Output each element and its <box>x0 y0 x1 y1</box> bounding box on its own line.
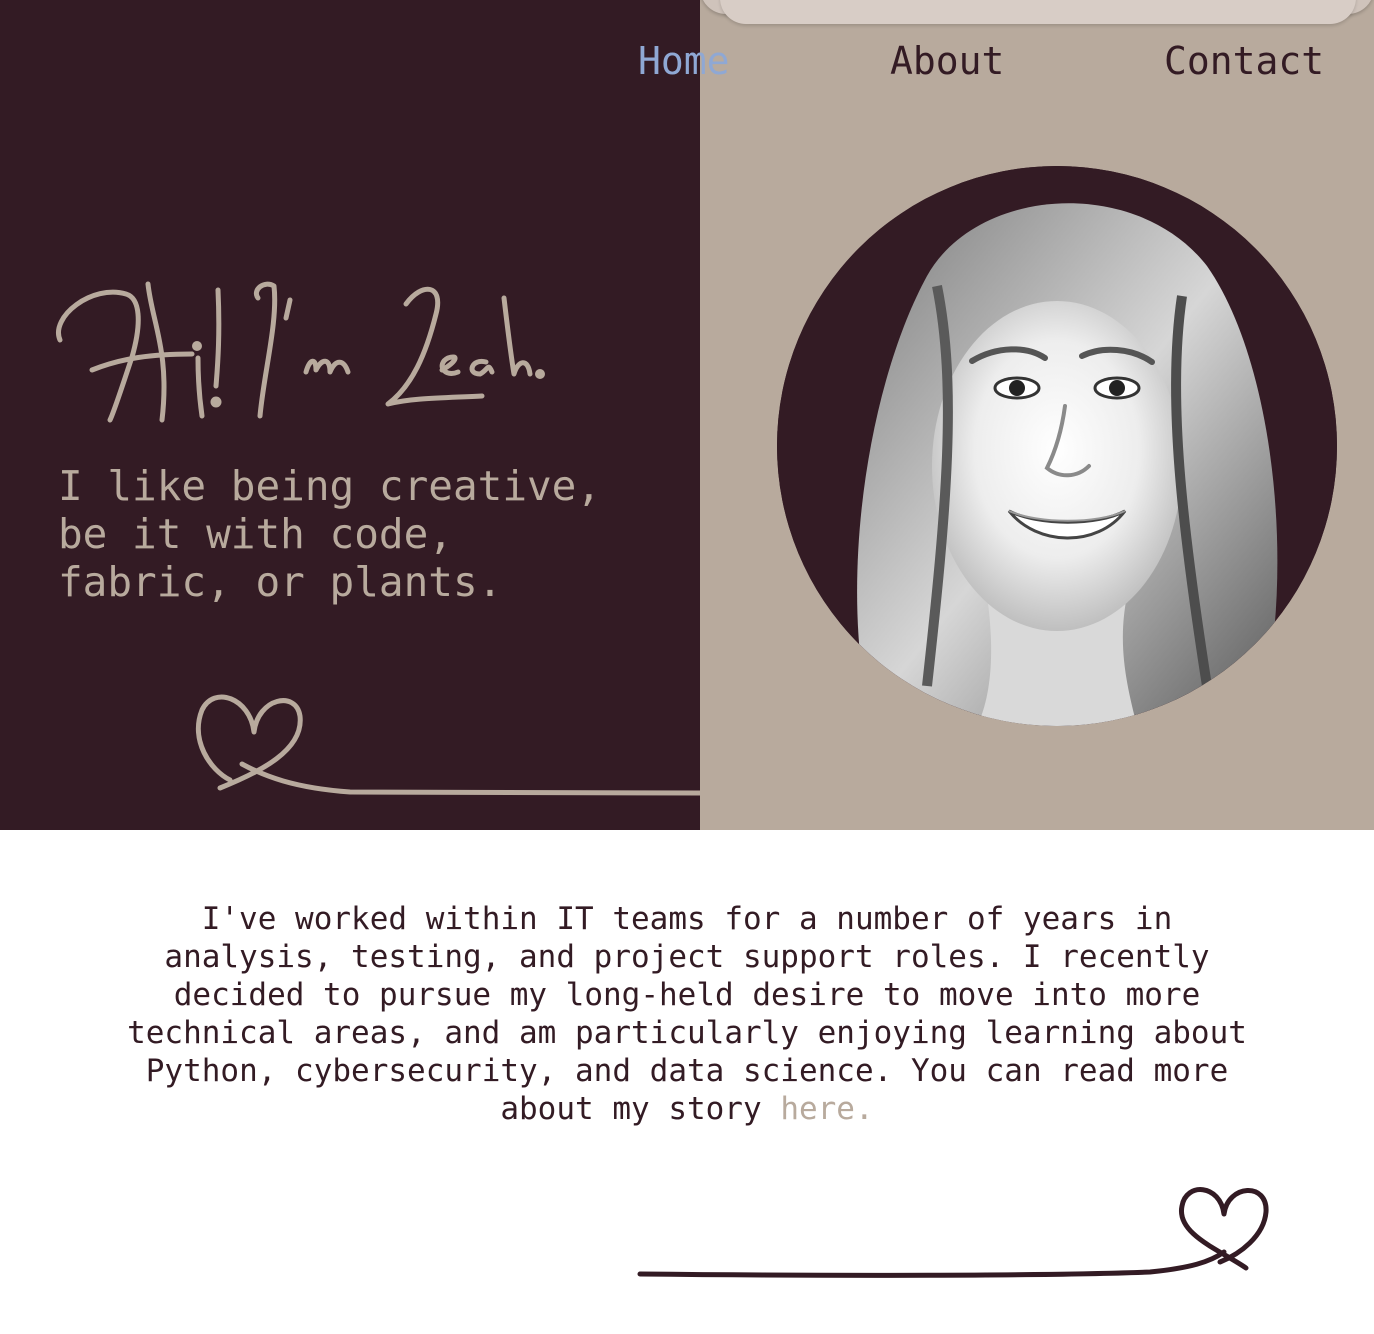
nav-contact-link[interactable]: Contact <box>1164 38 1324 84</box>
nav-about-link[interactable]: About <box>890 38 1004 84</box>
hero-section: Home About Contact I like being creative… <box>0 0 1374 830</box>
nav-home-link[interactable]: Home <box>638 38 730 84</box>
profile-photo <box>777 166 1337 726</box>
greeting-script <box>52 262 572 442</box>
story-link[interactable]: here. <box>780 1091 873 1127</box>
top-tab <box>720 0 1356 24</box>
hero-tagline: I like being creative, be it with code, … <box>58 462 602 606</box>
bio-text: I've worked within IT teams for a number… <box>127 901 1247 1127</box>
heart-line-bottom-icon <box>630 1178 1280 1290</box>
heart-line-icon <box>190 680 703 810</box>
bio-paragraph: I've worked within IT teams for a number… <box>110 900 1264 1128</box>
